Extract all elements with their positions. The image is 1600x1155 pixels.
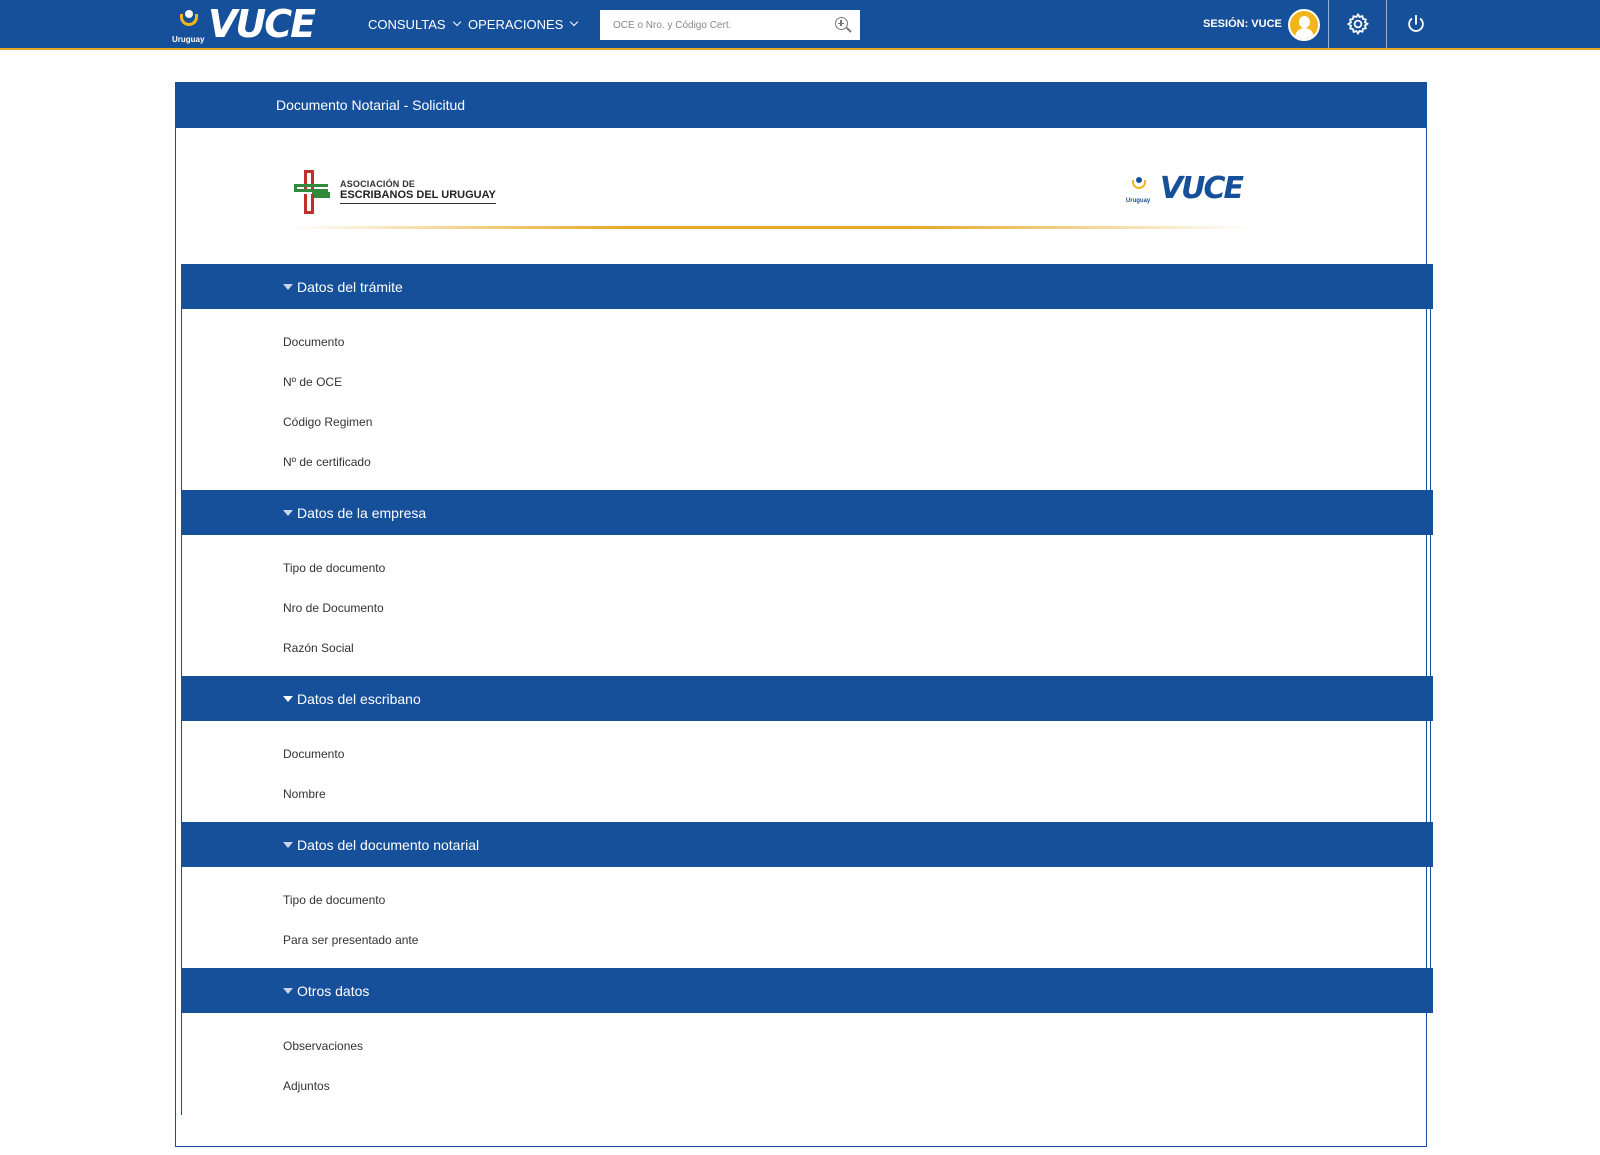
logo-right-country: Uruguay	[1125, 198, 1151, 204]
logout-button[interactable]	[1388, 0, 1444, 48]
chevron-down-icon	[452, 17, 461, 27]
vuce-logo-secondary: Uruguay VUCE	[1126, 171, 1244, 206]
field-label: Nro de Documento	[283, 601, 384, 615]
brand-country: Uruguay	[172, 35, 205, 44]
section-datos-empresa[interactable]: Datos de la empresa	[181, 490, 1433, 535]
uruguay-sun-icon: Uruguay	[1126, 174, 1156, 204]
brand-word: VUCE	[208, 2, 316, 46]
settings-button[interactable]	[1330, 0, 1386, 48]
gear-icon	[1346, 12, 1370, 36]
search-input[interactable]	[600, 11, 820, 39]
section-body-datos-tramite: Documento Nº de OCE Código Regimen Nº de…	[181, 309, 1431, 490]
card-title: Documento Notarial - Solicitud	[175, 82, 1427, 128]
uruguay-sun-icon: Uruguay	[172, 6, 206, 44]
aeu-line2: ESCRIBANOS DEL URUGUAY	[340, 189, 496, 205]
section-body-datos-documento-notarial: Tipo de documento Para ser presentado an…	[181, 867, 1431, 968]
field-label: Razón Social	[283, 641, 354, 655]
logo-right-word: VUCE	[1159, 171, 1244, 206]
field-label: Para ser presentado ante	[283, 933, 419, 947]
triangle-down-icon	[283, 695, 293, 702]
section-datos-documento-notarial[interactable]: Datos del documento notarial	[181, 822, 1433, 867]
field-label: Nombre	[283, 787, 326, 801]
section-title: Datos del trámite	[297, 278, 403, 295]
triangle-down-icon	[283, 283, 293, 290]
triangle-down-icon	[283, 509, 293, 516]
section-title: Datos del documento notarial	[297, 836, 480, 853]
field-label: Tipo de documento	[283, 561, 386, 575]
section-datos-escribano[interactable]: Datos del escribano	[181, 676, 1433, 721]
section-otros-datos[interactable]: Otros datos	[181, 968, 1433, 1013]
triangle-down-icon	[283, 841, 293, 848]
nav-consultas-label: CONSULTAS	[368, 16, 446, 32]
search-icon[interactable]	[835, 17, 848, 30]
aeu-line1: ASOCIACIÓN DE	[340, 178, 416, 189]
field-label: Documento	[283, 335, 345, 349]
section-title: Otros datos	[297, 982, 370, 999]
divider	[1386, 0, 1387, 48]
divider	[1328, 0, 1329, 48]
section-body-datos-empresa: Tipo de documento Nro de Documento Razón…	[181, 535, 1431, 676]
triangle-down-icon	[283, 987, 293, 994]
section-title: Datos del escribano	[297, 690, 421, 707]
search-box	[600, 10, 860, 40]
power-icon	[1408, 14, 1424, 32]
aeu-logo: ASOCIACIÓN DE ESCRIBANOS DEL URUGUAY	[292, 170, 496, 214]
section-datos-tramite[interactable]: Datos del trámite	[181, 264, 1433, 309]
session-label: SESIÓN: VUCE	[1203, 18, 1282, 30]
nav-consultas[interactable]: CONSULTAS	[368, 0, 461, 48]
nav-operaciones[interactable]: OPERACIONES	[468, 0, 579, 48]
gold-divider	[290, 226, 1250, 229]
aeu-emblem-icon	[292, 170, 332, 214]
section-title: Datos de la empresa	[297, 504, 427, 521]
field-label: Código Regimen	[283, 415, 373, 429]
field-label: Tipo de documento	[283, 893, 386, 907]
header-logos: ASOCIACIÓN DE ESCRIBANOS DEL URUGUAY Uru…	[290, 160, 1250, 230]
section-body-otros-datos: Observaciones Adjuntos	[181, 1013, 1431, 1115]
field-label: Nº de certificado	[283, 455, 371, 469]
section-body-datos-escribano: Documento Nombre	[181, 721, 1431, 822]
field-label: Adjuntos	[283, 1079, 330, 1093]
field-label: Documento	[283, 747, 345, 761]
vuce-logo[interactable]: Uruguay VUCE	[172, 2, 316, 46]
chevron-down-icon	[570, 17, 579, 27]
nav-operaciones-label: OPERACIONES	[468, 16, 564, 32]
field-label: Observaciones	[283, 1039, 364, 1053]
avatar-icon[interactable]	[1288, 9, 1320, 41]
top-navbar: Uruguay VUCE CONSULTAS OPERACIONES SESIÓ…	[0, 0, 1600, 50]
field-label: Nº de OCE	[283, 375, 343, 389]
